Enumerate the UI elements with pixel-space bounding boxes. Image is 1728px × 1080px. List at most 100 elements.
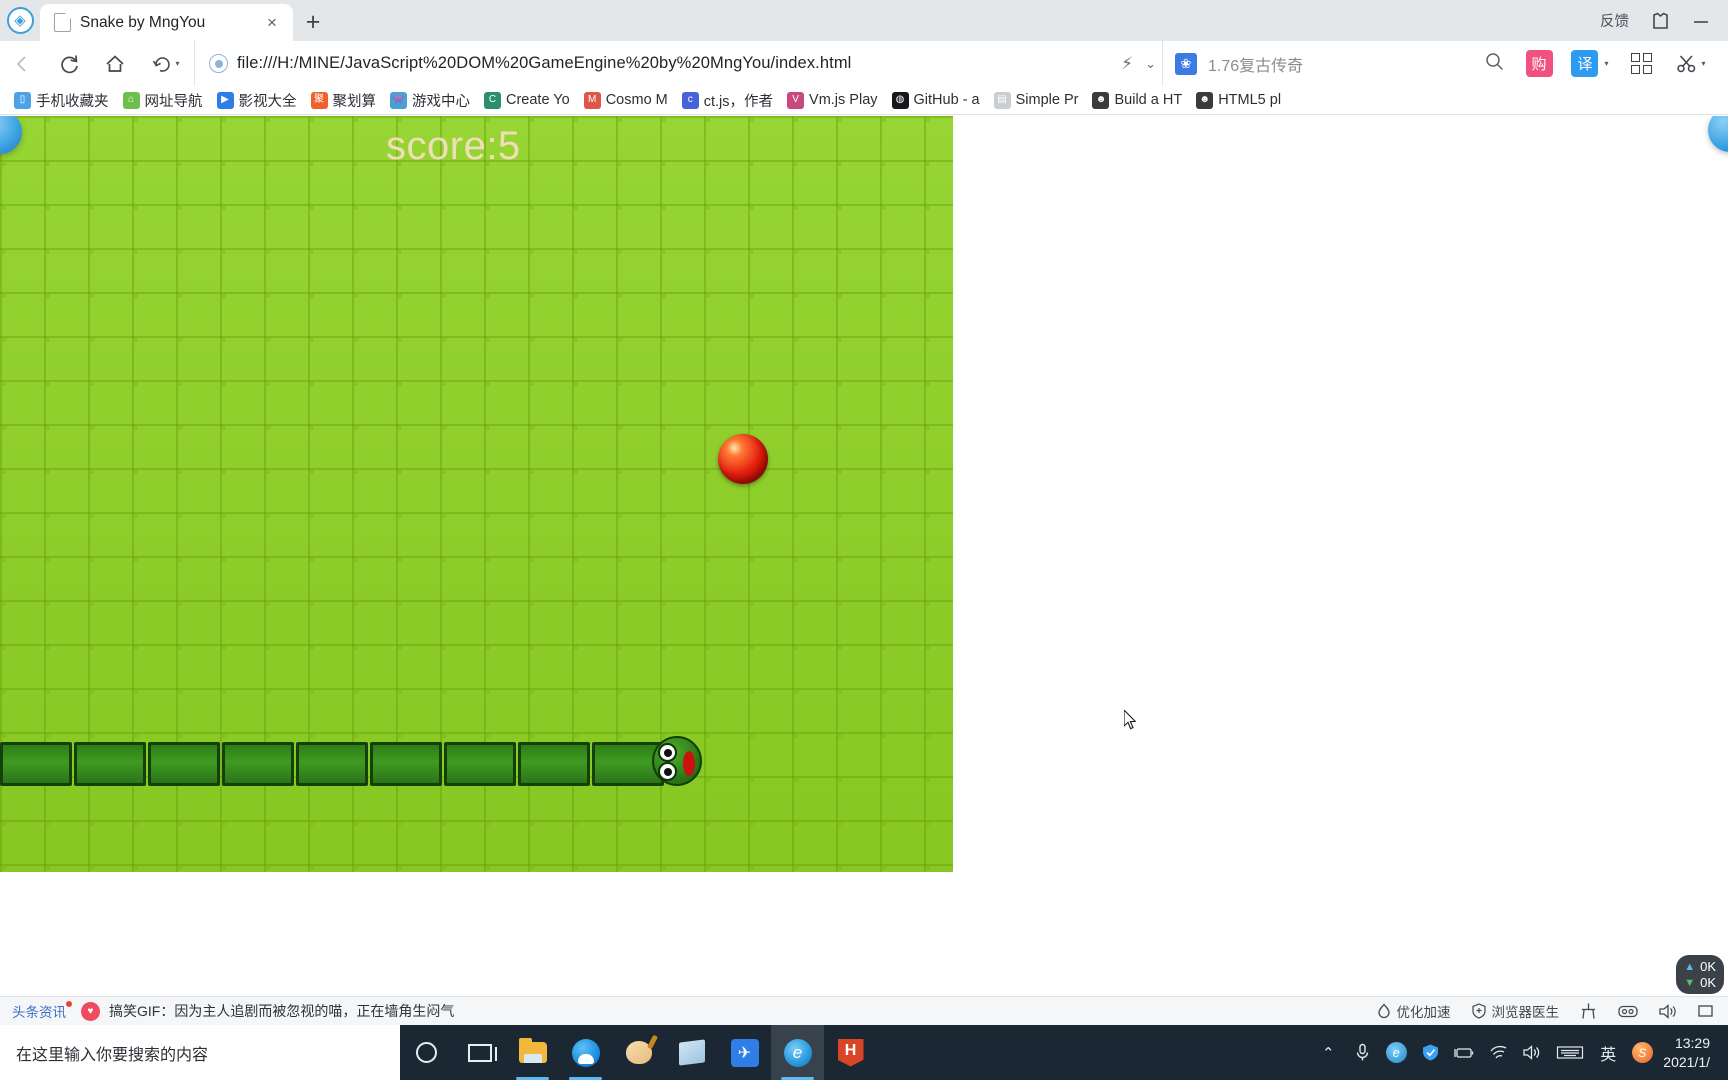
shopping-button[interactable]: 购 (1516, 41, 1562, 86)
phone-icon: ▯ (14, 91, 31, 109)
language-indicator[interactable]: 英 (1591, 1025, 1625, 1080)
tab-snake[interactable]: Snake by MngYou × (40, 4, 293, 41)
cosmo-icon: M (583, 91, 601, 109)
cortana-button[interactable] (400, 1025, 453, 1080)
bird-app-button[interactable]: ✈ (718, 1025, 771, 1080)
battery-icon[interactable] (1447, 1025, 1481, 1080)
bookmark-item[interactable]: ▯ 手机收藏夹 (8, 88, 115, 113)
address-bar-actions: ⚡ ⌄ (1121, 54, 1162, 74)
back-button[interactable] (0, 41, 46, 86)
broom-icon[interactable] (1579, 1002, 1598, 1021)
notes-icon (678, 1039, 705, 1066)
bookmark-item[interactable]: 👾 游戏中心 (384, 88, 476, 113)
speed-boost-icon (1376, 1003, 1392, 1019)
screenshot-button[interactable]: ▾ (1664, 41, 1718, 86)
bookmark-item[interactable]: ☻ Build a HT (1086, 90, 1188, 111)
history-button[interactable]: ▾ (138, 41, 194, 86)
bookmark-item[interactable]: c ct.js，作者 (676, 88, 779, 113)
speed-boost-button[interactable]: 优化加速 (1376, 1001, 1451, 1021)
desktop-root: ◈ Snake by MngYou × + 反馈 ▾ file:///H:/MI… (0, 0, 1728, 1080)
bookmark-label: 聚划算 (332, 93, 377, 110)
status-bar-actions: 优化加速 浏览器医生 (1376, 1001, 1717, 1021)
qq-browser-button[interactable] (559, 1025, 612, 1080)
avatar-icon: ☻ (1092, 91, 1110, 109)
chevron-down-icon[interactable]: ▾ (1701, 59, 1705, 68)
news-tag[interactable]: 头条资讯 (12, 1001, 72, 1021)
bookmark-item[interactable]: V Vm.js Play (781, 90, 884, 111)
chevron-down-icon[interactable]: ▾ (175, 59, 179, 68)
mouse-cursor (1124, 710, 1137, 730)
bookmark-item[interactable]: M Cosmo M (578, 90, 674, 111)
lightning-icon[interactable]: ⚡ (1121, 54, 1133, 74)
bookmark-label: ct.js，作者 (703, 93, 774, 110)
bookmark-item[interactable]: C Create Yo (478, 90, 576, 111)
taskbar-search-placeholder: 在这里输入你要搜索的内容 (16, 1046, 209, 1064)
bookmark-item[interactable]: ⌂ 网址导航 (117, 88, 209, 113)
taskbar-search-box[interactable]: 在这里输入你要搜索的内容 (0, 1025, 400, 1080)
sticky-notes-button[interactable] (665, 1025, 718, 1080)
search-box[interactable]: ❀ 1.76复古传奇 (1162, 41, 1516, 86)
shirt-icon[interactable] (1651, 12, 1670, 30)
close-icon[interactable]: × (261, 12, 283, 34)
ad-filter-icon[interactable] (1618, 1004, 1638, 1019)
chevron-down-icon[interactable]: ▾ (1604, 59, 1608, 68)
search-input[interactable]: 1.76复古传奇 (1208, 52, 1303, 76)
bookmark-item[interactable]: 聚聚划算 (305, 88, 383, 113)
floating-orb-widget-left[interactable] (0, 116, 22, 154)
bookmark-item[interactable]: ◍ GitHub - a (886, 90, 986, 111)
snake-body-segment (296, 742, 368, 786)
window-controls: 反馈 (1600, 0, 1728, 41)
hbuilder-button[interactable]: H (824, 1025, 877, 1080)
mic-icon[interactable] (1345, 1025, 1379, 1080)
edge-icon: e (783, 1038, 812, 1067)
taskbar-clock[interactable]: 13:29 2021/1/ (1659, 1025, 1720, 1080)
volume-icon[interactable] (1658, 1003, 1677, 1020)
paint-button[interactable] (612, 1025, 665, 1080)
minimize-button[interactable] (1692, 14, 1710, 28)
new-tab-button[interactable]: + (293, 4, 333, 41)
network-speed-widget[interactable]: ▲ 0K ▼ 0K (1676, 955, 1724, 994)
home-button[interactable] (92, 41, 138, 86)
sogou-input-icon[interactable]: S (1625, 1025, 1659, 1080)
bookmark-label: Cosmo M (605, 92, 668, 108)
page-icon: ▤ (993, 91, 1011, 109)
address-bar[interactable]: file:///H:/MINE/JavaScript%20DOM%20GameE… (194, 41, 1162, 86)
browser-tab-strip: ◈ Snake by MngYou × + 反馈 (0, 0, 1728, 41)
translate-button[interactable]: 译 ▾ (1562, 41, 1618, 86)
bookmark-label: 影视大全 (238, 93, 297, 110)
shield-icon[interactable] (1413, 1025, 1447, 1080)
bookmark-label: Build a HT (1114, 92, 1183, 108)
download-speed-row: ▼ 0K (1684, 975, 1716, 990)
chevron-down-icon[interactable]: ⌄ (1145, 56, 1156, 72)
volume-tray-icon[interactable] (1515, 1025, 1549, 1080)
video-icon: ▶ (216, 91, 234, 109)
bookmark-label: Create Yo (506, 92, 570, 108)
bookmark-item[interactable]: ☻ HTML5 pl (1190, 90, 1287, 111)
browser-doctor-button[interactable]: 浏览器医生 (1471, 1001, 1560, 1021)
bookmark-label: 手机收藏夹 (36, 93, 109, 110)
bookmark-item[interactable]: ▶ 影视大全 (211, 88, 303, 113)
url-text: file:///H:/MINE/JavaScript%20DOM%20GameE… (237, 54, 852, 72)
floating-orb-widget-right[interactable] (1708, 116, 1728, 152)
news-headline[interactable]: 搞笑GIF：因为主人追剧而被忽视的喵，正在墙角生闷气 (109, 1001, 454, 1021)
download-speed-value: 0K (1700, 975, 1716, 990)
bookmark-item[interactable]: ▤ Simple Pr (988, 90, 1085, 111)
snake-game-canvas[interactable]: score:5 (0, 116, 953, 872)
search-icon[interactable] (1485, 52, 1504, 76)
edge-tray-icon[interactable]: e (1379, 1025, 1413, 1080)
tray-expand-button[interactable]: ⌃ (1311, 1025, 1345, 1080)
feedback-button[interactable]: 反馈 (1600, 10, 1629, 31)
wifi-icon[interactable] (1481, 1025, 1515, 1080)
browser-logo: ◈ (0, 0, 40, 41)
cosmo-c-icon: C (484, 91, 501, 109)
browser-doctor-label: 浏览器医生 (1491, 1005, 1560, 1020)
window-icon[interactable] (1697, 1003, 1716, 1020)
apps-grid-button[interactable] (1618, 41, 1664, 86)
file-explorer-button[interactable] (506, 1025, 559, 1080)
keyboard-icon[interactable] (1549, 1025, 1591, 1080)
snake-body-segment (222, 742, 294, 786)
task-view-button[interactable] (453, 1025, 506, 1080)
compass-icon: ◈ (6, 7, 34, 34)
browser-taskbar-button[interactable]: e (771, 1025, 824, 1080)
reload-button[interactable] (46, 41, 92, 86)
